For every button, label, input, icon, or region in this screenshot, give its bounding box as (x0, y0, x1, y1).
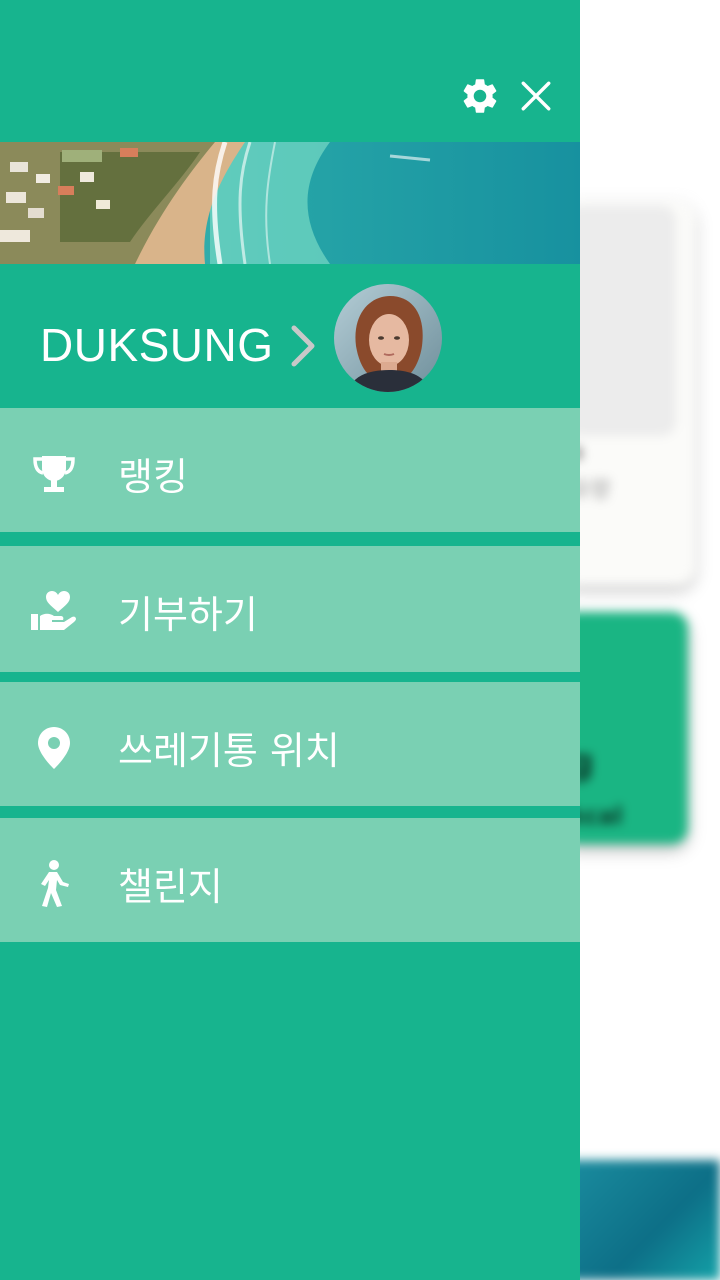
background-card: a 유량 (560, 200, 695, 585)
hand-heart-icon (28, 586, 80, 638)
menu-item-trash-bin-location[interactable]: 쓰레기통 위치 (0, 682, 580, 806)
drawer-header-image (0, 142, 580, 264)
chevron-right-icon[interactable] (288, 322, 318, 370)
close-button[interactable] (512, 72, 560, 120)
background-card-image (566, 206, 676, 436)
menu-item-label: 랭킹 (118, 455, 188, 499)
walking-person-icon (28, 858, 80, 910)
close-icon (521, 81, 551, 111)
menu-item-challenge[interactable]: 챌린지 (0, 818, 580, 942)
settings-button[interactable] (456, 72, 504, 120)
map-pin-icon (28, 722, 80, 774)
trophy-icon (28, 448, 80, 500)
navigation-drawer: DUKSUNG 랭킹 기부하기 쓰레기통 위치 챌린지 (0, 0, 580, 1280)
menu-item-label: 쓰레기통 위치 (118, 729, 340, 773)
avatar[interactable] (334, 284, 442, 392)
menu-item-donate[interactable]: 기부하기 (0, 546, 580, 672)
menu-item-label: 챌린지 (118, 865, 223, 909)
app-screen: a 유량 g kcal (0, 0, 720, 1280)
background-sea-image (560, 1160, 720, 1280)
menu-item-ranking[interactable]: 랭킹 (0, 408, 580, 532)
gear-icon (463, 79, 497, 113)
drawer-topbar (0, 0, 580, 142)
menu-item-label: 기부하기 (118, 593, 258, 637)
profile-name[interactable]: DUKSUNG (40, 318, 274, 372)
